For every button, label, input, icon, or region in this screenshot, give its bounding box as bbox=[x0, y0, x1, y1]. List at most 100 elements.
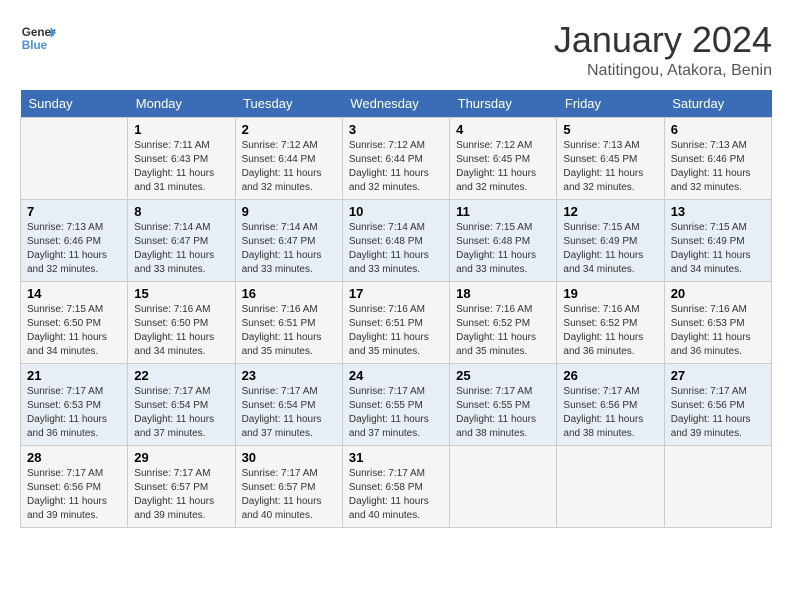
day-info: Sunrise: 7:15 AM Sunset: 6:49 PM Dayligh… bbox=[563, 221, 657, 277]
day-number: 14 bbox=[27, 286, 121, 301]
day-info: Sunrise: 7:16 AM Sunset: 6:52 PM Dayligh… bbox=[563, 303, 657, 359]
day-number: 10 bbox=[349, 204, 443, 219]
day-info: Sunrise: 7:14 AM Sunset: 6:47 PM Dayligh… bbox=[134, 221, 228, 277]
day-info: Sunrise: 7:17 AM Sunset: 6:56 PM Dayligh… bbox=[671, 385, 765, 441]
calendar-cell: 7 Sunrise: 7:13 AM Sunset: 6:46 PM Daylig… bbox=[21, 199, 128, 281]
calendar-cell: 8 Sunrise: 7:14 AM Sunset: 6:47 PM Daylig… bbox=[128, 199, 235, 281]
calendar-cell: 23 Sunrise: 7:17 AM Sunset: 6:54 PM Dayli… bbox=[235, 363, 342, 445]
day-info: Sunrise: 7:14 AM Sunset: 6:48 PM Dayligh… bbox=[349, 221, 443, 277]
day-number: 29 bbox=[134, 450, 228, 465]
calendar-cell: 17Sunrise: 7:16 AM Sunset: 6:51 PM Dayli… bbox=[342, 281, 449, 363]
day-info: Sunrise: 7:12 AM Sunset: 6:44 PM Dayligh… bbox=[242, 139, 336, 195]
day-number: 19 bbox=[563, 286, 657, 301]
calendar-cell: 19 Sunrise: 7:16 AM Sunset: 6:52 PM Dayli… bbox=[557, 281, 664, 363]
day-info: Sunrise: 7:17 AM Sunset: 6:56 PM Dayligh… bbox=[27, 467, 121, 523]
day-number: 7 bbox=[27, 204, 121, 219]
day-number: 22 bbox=[134, 368, 228, 383]
calendar-cell: 5 Sunrise: 7:13 AM Sunset: 6:45 PM Daylig… bbox=[557, 117, 664, 199]
calendar-week-5: 28 Sunrise: 7:17 AM Sunset: 6:56 PM Dayli… bbox=[21, 445, 772, 527]
day-number: 13 bbox=[671, 204, 765, 219]
calendar-cell: 22 Sunrise: 7:17 AM Sunset: 6:54 PM Dayli… bbox=[128, 363, 235, 445]
day-info: Sunrise: 7:12 AM Sunset: 6:44 PM Dayligh… bbox=[349, 139, 443, 195]
calendar-cell bbox=[21, 117, 128, 199]
calendar-cell: 28 Sunrise: 7:17 AM Sunset: 6:56 PM Dayli… bbox=[21, 445, 128, 527]
day-number: 27 bbox=[671, 368, 765, 383]
day-number: 3 bbox=[349, 122, 443, 137]
calendar-cell: 27 Sunrise: 7:17 AM Sunset: 6:56 PM Dayli… bbox=[664, 363, 771, 445]
day-info: Sunrise: 7:17 AM Sunset: 6:57 PM Dayligh… bbox=[134, 467, 228, 523]
day-number: 16 bbox=[242, 286, 336, 301]
calendar-cell: 31 Sunrise: 7:17 AM Sunset: 6:58 PM Dayli… bbox=[342, 445, 449, 527]
day-number: 6 bbox=[671, 122, 765, 137]
day-number: 8 bbox=[134, 204, 228, 219]
calendar-cell bbox=[557, 445, 664, 527]
calendar-week-3: 14 Sunrise: 7:15 AM Sunset: 6:50 PM Dayli… bbox=[21, 281, 772, 363]
day-number: 20 bbox=[671, 286, 765, 301]
day-info: Sunrise: 7:15 AM Sunset: 6:50 PM Dayligh… bbox=[27, 303, 121, 359]
calendar-table: SundayMondayTuesdayWednesdayThursdayFrid… bbox=[20, 90, 772, 528]
day-info: Sunrise: 7:13 AM Sunset: 6:46 PM Dayligh… bbox=[671, 139, 765, 195]
calendar-cell: 13 Sunrise: 7:15 AM Sunset: 6:49 PM Dayli… bbox=[664, 199, 771, 281]
calendar-cell: 30 Sunrise: 7:17 AM Sunset: 6:57 PM Dayli… bbox=[235, 445, 342, 527]
calendar-cell: 16 Sunrise: 7:16 AM Sunset: 6:51 PM Dayli… bbox=[235, 281, 342, 363]
calendar-body: 1Sunrise: 7:11 AM Sunset: 6:43 PM Daylig… bbox=[21, 117, 772, 527]
calendar-cell: 10 Sunrise: 7:14 AM Sunset: 6:48 PM Dayli… bbox=[342, 199, 449, 281]
day-info: Sunrise: 7:17 AM Sunset: 6:54 PM Dayligh… bbox=[242, 385, 336, 441]
calendar-cell: 26 Sunrise: 7:17 AM Sunset: 6:56 PM Dayli… bbox=[557, 363, 664, 445]
day-info: Sunrise: 7:13 AM Sunset: 6:45 PM Dayligh… bbox=[563, 139, 657, 195]
day-number: 9 bbox=[242, 204, 336, 219]
day-info: Sunrise: 7:17 AM Sunset: 6:55 PM Dayligh… bbox=[349, 385, 443, 441]
day-info: Sunrise: 7:13 AM Sunset: 6:46 PM Dayligh… bbox=[27, 221, 121, 277]
calendar-cell: 11Sunrise: 7:15 AM Sunset: 6:48 PM Dayli… bbox=[450, 199, 557, 281]
page-header: General Blue January 2024 Natitingou, At… bbox=[20, 20, 772, 80]
calendar-header-row: SundayMondayTuesdayWednesdayThursdayFrid… bbox=[21, 90, 772, 118]
calendar-week-1: 1Sunrise: 7:11 AM Sunset: 6:43 PM Daylig… bbox=[21, 117, 772, 199]
day-number: 11 bbox=[456, 204, 550, 219]
calendar-week-2: 7 Sunrise: 7:13 AM Sunset: 6:46 PM Daylig… bbox=[21, 199, 772, 281]
calendar-subtitle: Natitingou, Atakora, Benin bbox=[554, 62, 772, 80]
weekday-header-monday: Monday bbox=[128, 90, 235, 118]
day-number: 26 bbox=[563, 368, 657, 383]
weekday-header-wednesday: Wednesday bbox=[342, 90, 449, 118]
day-number: 12 bbox=[563, 204, 657, 219]
day-info: Sunrise: 7:17 AM Sunset: 6:54 PM Dayligh… bbox=[134, 385, 228, 441]
calendar-cell: 21 Sunrise: 7:17 AM Sunset: 6:53 PM Dayli… bbox=[21, 363, 128, 445]
day-info: Sunrise: 7:16 AM Sunset: 6:50 PM Dayligh… bbox=[134, 303, 228, 359]
day-number: 23 bbox=[242, 368, 336, 383]
day-info: Sunrise: 7:14 AM Sunset: 6:47 PM Dayligh… bbox=[242, 221, 336, 277]
day-number: 30 bbox=[242, 450, 336, 465]
day-number: 5 bbox=[563, 122, 657, 137]
day-info: Sunrise: 7:15 AM Sunset: 6:49 PM Dayligh… bbox=[671, 221, 765, 277]
calendar-cell: 9 Sunrise: 7:14 AM Sunset: 6:47 PM Daylig… bbox=[235, 199, 342, 281]
day-number: 21 bbox=[27, 368, 121, 383]
calendar-cell: 6 Sunrise: 7:13 AM Sunset: 6:46 PM Daylig… bbox=[664, 117, 771, 199]
weekday-header-sunday: Sunday bbox=[21, 90, 128, 118]
day-number: 25 bbox=[456, 368, 550, 383]
day-number: 28 bbox=[27, 450, 121, 465]
calendar-cell: 24Sunrise: 7:17 AM Sunset: 6:55 PM Dayli… bbox=[342, 363, 449, 445]
calendar-cell: 25 Sunrise: 7:17 AM Sunset: 6:55 PM Dayli… bbox=[450, 363, 557, 445]
calendar-cell: 2Sunrise: 7:12 AM Sunset: 6:44 PM Daylig… bbox=[235, 117, 342, 199]
day-info: Sunrise: 7:17 AM Sunset: 6:56 PM Dayligh… bbox=[563, 385, 657, 441]
calendar-cell: 15 Sunrise: 7:16 AM Sunset: 6:50 PM Dayli… bbox=[128, 281, 235, 363]
calendar-cell: 1Sunrise: 7:11 AM Sunset: 6:43 PM Daylig… bbox=[128, 117, 235, 199]
weekday-header-saturday: Saturday bbox=[664, 90, 771, 118]
day-number: 18 bbox=[456, 286, 550, 301]
weekday-header-tuesday: Tuesday bbox=[235, 90, 342, 118]
calendar-cell bbox=[450, 445, 557, 527]
day-info: Sunrise: 7:17 AM Sunset: 6:53 PM Dayligh… bbox=[27, 385, 121, 441]
calendar-cell: 29 Sunrise: 7:17 AM Sunset: 6:57 PM Dayli… bbox=[128, 445, 235, 527]
title-block: January 2024 Natitingou, Atakora, Benin bbox=[554, 20, 772, 80]
day-info: Sunrise: 7:17 AM Sunset: 6:58 PM Dayligh… bbox=[349, 467, 443, 523]
logo-icon: General Blue bbox=[20, 20, 56, 56]
day-number: 1 bbox=[134, 122, 228, 137]
day-info: Sunrise: 7:16 AM Sunset: 6:51 PM Dayligh… bbox=[242, 303, 336, 359]
calendar-cell: 4Sunrise: 7:12 AM Sunset: 6:45 PM Daylig… bbox=[450, 117, 557, 199]
day-info: Sunrise: 7:16 AM Sunset: 6:53 PM Dayligh… bbox=[671, 303, 765, 359]
day-info: Sunrise: 7:12 AM Sunset: 6:45 PM Dayligh… bbox=[456, 139, 550, 195]
day-info: Sunrise: 7:17 AM Sunset: 6:57 PM Dayligh… bbox=[242, 467, 336, 523]
day-number: 17 bbox=[349, 286, 443, 301]
day-number: 15 bbox=[134, 286, 228, 301]
day-info: Sunrise: 7:17 AM Sunset: 6:55 PM Dayligh… bbox=[456, 385, 550, 441]
day-number: 31 bbox=[349, 450, 443, 465]
